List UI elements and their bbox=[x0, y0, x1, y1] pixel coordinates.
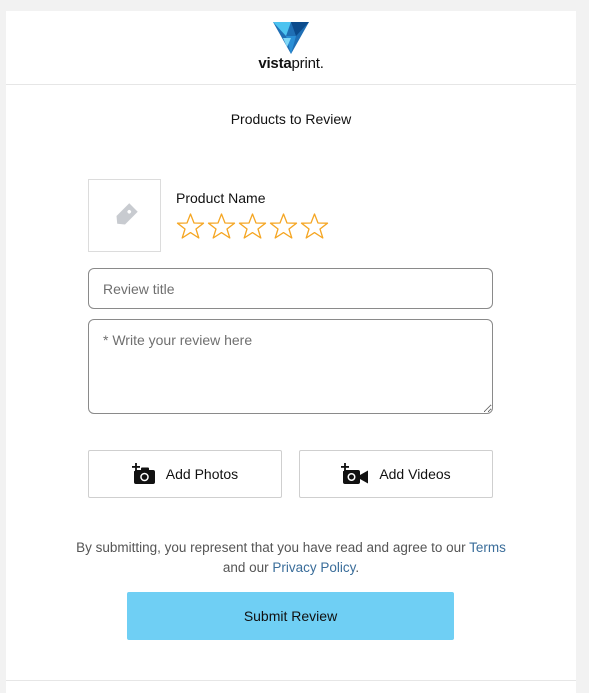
add-videos-button[interactable]: Add Videos bbox=[299, 450, 493, 498]
vistaprint-logo-icon bbox=[273, 22, 309, 54]
brand-name-regular: print bbox=[291, 55, 320, 72]
star-icon-1[interactable] bbox=[175, 212, 206, 240]
brand-suffix: . bbox=[319, 55, 324, 72]
add-camera-icon bbox=[131, 463, 155, 484]
disclaimer-text-middle: and our bbox=[222, 560, 273, 575]
disclaimer-text-before: By submitting, you represent that you ha… bbox=[76, 540, 470, 555]
disclaimer-text-after: . bbox=[355, 560, 360, 575]
brand-name-bold: vista bbox=[258, 55, 292, 72]
add-videos-label: Add Videos bbox=[379, 466, 451, 482]
star-rating[interactable] bbox=[175, 212, 330, 240]
product-name: Product Name bbox=[176, 190, 266, 206]
review-title-input[interactable] bbox=[88, 268, 493, 309]
add-photos-label: Add Photos bbox=[165, 466, 239, 482]
submit-review-button[interactable]: Submit Review bbox=[127, 592, 454, 640]
bottom-divider bbox=[6, 680, 576, 681]
star-icon-2[interactable] bbox=[206, 212, 237, 240]
add-photos-button[interactable]: Add Photos bbox=[88, 450, 282, 498]
page-title: Products to Review bbox=[230, 111, 352, 127]
review-card: vistaprint. Products to Review Product N… bbox=[6, 11, 576, 693]
star-icon-5[interactable] bbox=[299, 212, 330, 240]
tag-icon bbox=[116, 203, 138, 225]
star-icon-3[interactable] bbox=[237, 212, 268, 240]
header: vistaprint. bbox=[6, 11, 576, 85]
add-video-camera-icon bbox=[341, 463, 369, 484]
product-image bbox=[88, 179, 161, 252]
legal-disclaimer: By submitting, you represent that you ha… bbox=[76, 538, 506, 578]
terms-link[interactable]: Terms bbox=[469, 540, 506, 555]
vistaprint-logo-text: vistaprint. bbox=[6, 55, 576, 72]
review-body-textarea[interactable] bbox=[88, 319, 493, 414]
privacy-policy-link[interactable]: Privacy Policy bbox=[272, 560, 355, 575]
star-icon-4[interactable] bbox=[268, 212, 299, 240]
